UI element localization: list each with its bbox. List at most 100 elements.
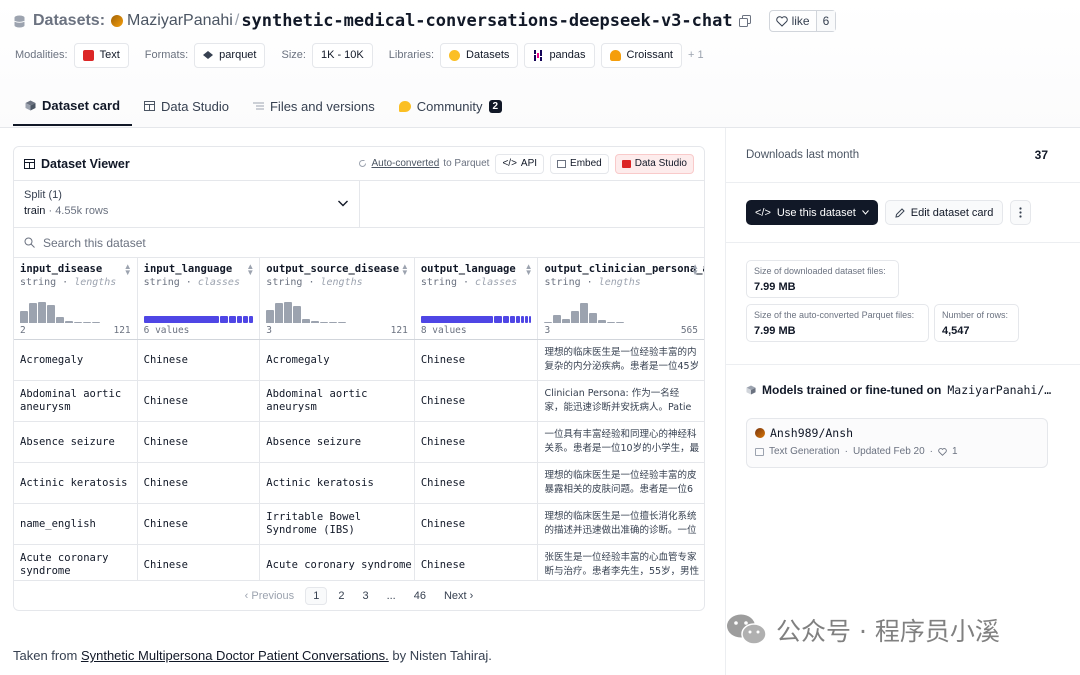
table-cell[interactable]: Acromegaly [260,340,415,380]
source-link[interactable]: Synthetic Multipersona Doctor Patient Co… [81,648,389,663]
sort-icon[interactable]: ▲ ▼ [246,263,254,277]
table-cell[interactable]: name_english [14,504,138,544]
class-segment[interactable] [516,316,521,323]
histogram-bar[interactable] [562,319,571,323]
sort-icon[interactable]: ▲ ▼ [124,263,132,277]
histogram-bar[interactable] [56,317,64,323]
class-segment[interactable] [420,316,494,323]
table-row[interactable]: Actinic keratosis Chinese Actinic keratosi… [14,463,704,504]
owner-link[interactable]: MaziyarPanahi [127,12,233,30]
histogram-bar[interactable] [266,310,275,323]
library-chip-datasets[interactable]: Datasets [440,42,519,68]
table-cell[interactable]: Chinese [138,545,261,585]
sort-icon[interactable]: ▲ ▼ [691,263,699,277]
table-cell[interactable]: Chinese [138,422,261,462]
table-cell[interactable]: Acute coronary syndrome [14,545,138,585]
table-cell[interactable]: Chinese [415,381,539,421]
class-segment[interactable] [242,316,249,323]
class-segment[interactable] [229,316,236,323]
table-cell[interactable]: Actinic keratosis [260,463,415,503]
search-input[interactable]: Search this dataset [43,236,146,250]
format-chip[interactable]: parquet [194,42,266,68]
table-cell[interactable]: Chinese [138,381,261,421]
repo-name[interactable]: synthetic-medical-conversations-deepseek… [241,11,732,31]
library-chip-pandas[interactable]: pandas [524,42,595,68]
table-cell[interactable]: Chinese [138,504,261,544]
page-1[interactable]: 1 [305,586,328,605]
class-segment[interactable] [220,316,229,323]
class-segment[interactable] [502,316,509,323]
more-options-button[interactable] [1010,200,1032,225]
modality-chip[interactable]: Text [73,42,129,68]
tab-files-versions[interactable]: Files and versions [241,86,387,126]
histogram-bar[interactable] [329,322,338,323]
histogram-bar[interactable] [553,315,562,323]
api-button[interactable]: </> API [495,153,545,174]
next-page[interactable]: Next › [437,588,480,604]
histogram-bar[interactable] [47,305,55,323]
sort-icon[interactable]: ▲ ▼ [525,263,533,277]
class-segment[interactable] [509,316,516,323]
histogram-bar[interactable] [29,303,37,323]
auto-converted-note[interactable]: Auto-converted to Parquet [358,158,489,169]
histogram-bar[interactable] [589,313,598,323]
table-cell[interactable]: 理想的临床医生是一位经验丰富的皮 暴露相关的皮肤问题。患者是一位6 [538,463,704,503]
table-cell[interactable]: Absence seizure [260,422,415,462]
page-46[interactable]: 46 [407,588,433,604]
table-cell[interactable]: 一位具有丰富经验和同理心的神经科 关系。患者是一位10岁的小学生，最 [538,422,704,462]
histogram-bar[interactable] [20,311,28,323]
column-header[interactable]: input_disease string · lengths ▲ ▼ 2 121 [14,258,138,339]
table-cell[interactable]: Chinese [138,463,261,503]
table-cell[interactable]: Clinician Persona: 作为一名经 家，能迅速诊断并安抚病人。Pa… [538,381,704,421]
column-header[interactable]: input_language string · classes ▲ ▼ 6 values [138,258,261,339]
histogram-bar[interactable] [275,303,284,323]
use-dataset-button[interactable]: </> Use this dataset [746,200,878,225]
column-header[interactable]: output_source_disease string · lengths ▲ ▼ 3… [260,258,415,339]
histogram-bar[interactable] [544,322,553,323]
sort-icon[interactable]: ▲ ▼ [401,263,409,277]
split-selector[interactable]: Split (1) train · 4.55k rows [14,181,360,227]
histogram-bar[interactable] [571,311,580,323]
class-segment[interactable] [249,316,254,323]
table-cell[interactable]: 张医生是一位经验丰富的心血管专家 断与治疗。患者李先生，55岁，男性 [538,545,704,585]
table-cell[interactable]: 理想的临床医生是一位擅长消化系统 的描述并迅速做出准确的诊断。一位 [538,504,704,544]
histogram-bar[interactable] [616,322,625,323]
table-cell[interactable]: 理想的临床医生是一位经验丰富的内 复杂的内分泌疾病。患者是一位45岁 [538,340,704,380]
column-header[interactable]: output_clinician_persona_a string · lengt… [538,258,704,339]
column-header[interactable]: output_language string · classes ▲ ▼ 8 value… [415,258,539,339]
table-cell[interactable]: Absence seizure [14,422,138,462]
dataset-search[interactable]: Search this dataset [14,228,704,258]
histogram-bar[interactable] [338,322,347,323]
histogram-bar[interactable] [607,322,616,323]
auto-converted-link[interactable]: Auto-converted [371,158,439,169]
edit-card-button[interactable]: Edit dataset card [884,200,1004,225]
table-cell[interactable]: Chinese [415,463,539,503]
table-cell[interactable]: Chinese [415,545,539,585]
class-segment[interactable] [529,316,532,323]
table-cell[interactable]: Irritable Bowel Syndrome (IBS) [260,504,415,544]
table-row[interactable]: name_english Chinese Irritable Bowel Syndr… [14,504,704,545]
histogram-bar[interactable] [320,322,329,323]
tab-dataset-card[interactable]: Dataset card [13,86,133,126]
table-row[interactable]: Absence seizure Chinese Absence seizure Chi… [14,422,704,463]
histogram-bar[interactable] [83,322,91,323]
table-cell[interactable]: Chinese [415,422,539,462]
table-cell[interactable]: Acromegaly [14,340,138,380]
histogram-bar[interactable] [65,321,73,323]
class-segment[interactable] [143,316,219,323]
page-2[interactable]: 2 [331,588,351,604]
size-chip[interactable]: 1K - 10K [311,42,373,68]
like-button[interactable]: like 6 [768,10,837,32]
class-segment[interactable] [494,316,502,323]
histogram-bar[interactable] [38,302,46,323]
class-segment[interactable] [521,316,525,323]
copy-icon[interactable] [738,15,751,27]
table-cell[interactable]: Chinese [138,340,261,380]
data-studio-button[interactable]: Data Studio [614,153,694,174]
table-cell[interactable]: Actinic keratosis [14,463,138,503]
table-cell[interactable]: Abdominal aortic aneurysm [260,381,415,421]
table-cell[interactable]: Abdominal aortic aneurysm [14,381,138,421]
table-cell[interactable]: Chinese [415,504,539,544]
histogram-bar[interactable] [74,322,82,323]
histogram-bar[interactable] [302,319,311,323]
